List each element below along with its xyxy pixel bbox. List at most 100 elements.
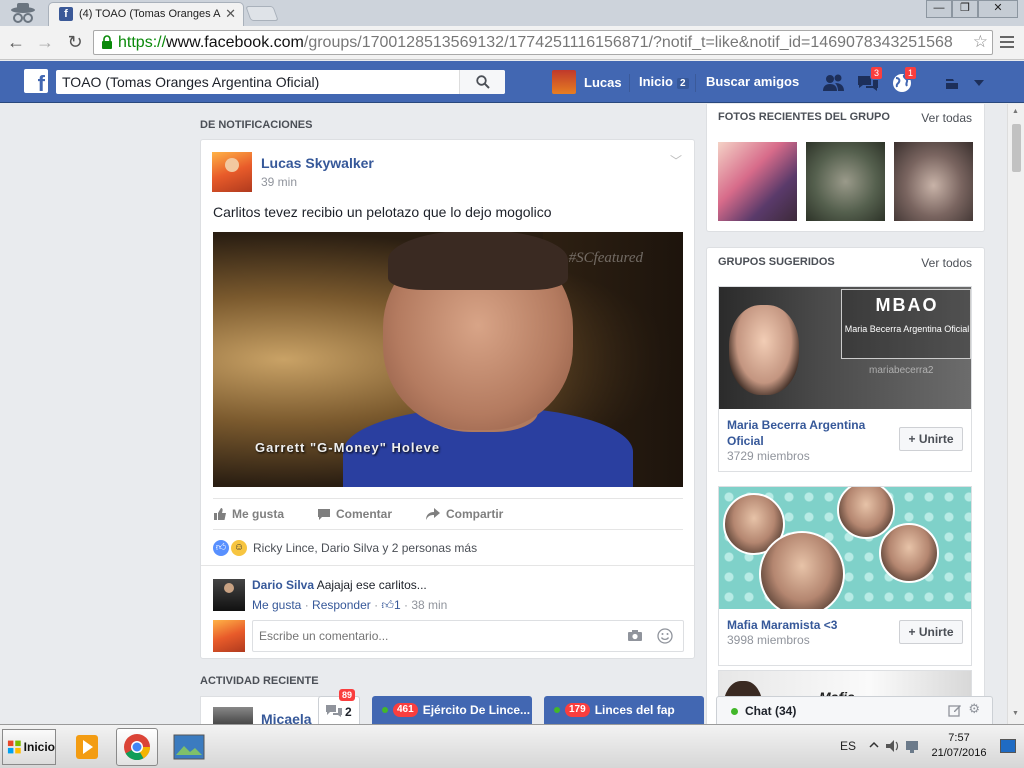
notifications-globe-icon[interactable]: 1 [890,66,918,95]
lock-icon [102,35,112,49]
photo-thumbnail[interactable] [894,142,973,221]
search-button[interactable] [459,70,505,94]
group-post: Lucas Skywalker 39 min ﹀ Carlitos tevez … [200,139,695,659]
online-dot-icon [554,707,560,713]
online-dot-icon [382,707,388,713]
chat-tab-group[interactable]: 179 Linces del fap [544,696,704,724]
photo-viewer-taskbar-icon[interactable] [168,728,210,766]
show-desktop-button[interactable] [1000,739,1016,753]
forward-arrow-icon[interactable]: → [34,32,56,54]
see-all-photos-link[interactable]: Ver todas [921,111,972,125]
avatar [213,707,253,725]
post-author-name[interactable]: Lucas Skywalker [261,155,374,171]
share-button[interactable]: Compartir [425,507,503,521]
see-all-groups-link[interactable]: Ver todos [921,256,972,270]
clock[interactable]: 7:57 21/07/2016 [928,731,990,761]
photo-thumbnail[interactable] [718,142,797,221]
media-player-taskbar-icon[interactable] [66,728,108,766]
gear-icon[interactable]: ⚙ [968,701,980,717]
comment-input[interactable] [253,621,613,651]
start-button[interactable]: Inicio [2,729,56,765]
scrollbar-thumb[interactable] [1012,124,1021,172]
divider [201,565,694,566]
address-bar[interactable]: https://www.facebook.com/groups/17001285… [93,30,993,55]
search-icon [476,75,490,89]
post-image[interactable]: #SCfeatured Garrett "G-Money" Holeve [213,232,683,487]
system-tray[interactable] [868,737,924,758]
photo-thumbnail[interactable] [806,142,885,221]
notifications-section-title: DE NOTIFICACIONES [200,119,313,131]
chat-bubbles-icon [326,705,342,717]
image-caption: Garrett "G-Money" Holeve [255,440,441,455]
thumbs-up-icon [214,508,226,520]
incognito-icon [11,3,35,23]
friend-requests-icon[interactable] [822,71,846,95]
back-arrow-icon[interactable]: ← [5,32,27,54]
haha-reaction-icon: ☺ [231,540,247,556]
comment-composer [252,620,684,652]
post-timestamp[interactable]: 39 min [261,175,297,189]
comment-likes-count[interactable]: 👍︎1 [381,598,400,612]
comment-text: Aajajaj ese carlitos... [316,578,427,592]
like-button[interactable]: Me gusta [213,507,284,521]
reload-icon[interactable]: ↻ [64,32,86,54]
group-cover-image[interactable]: MBAO Maria Becerra Argentina Oficial mari… [719,287,971,409]
emoji-smile-icon[interactable] [657,628,673,644]
comment-reply-link[interactable]: Responder [312,598,371,612]
page-scrollbar[interactable]: ▲ ▼ [1007,104,1024,724]
new-message-icon[interactable] [948,703,962,717]
post-actions: Me gusta Comentar Compartir [213,498,683,530]
join-group-button[interactable]: + Unirte [899,427,963,451]
facebook-favicon-icon: f [59,7,73,21]
chat-label: Chat (34) [745,704,797,718]
home-link[interactable]: Inicio 2 [629,74,689,92]
comment-button[interactable]: Comentar [317,507,392,521]
share-arrow-icon [426,508,440,520]
reactions-text: Ricky Lince, Dario Silva y 2 personas má… [253,541,478,555]
reactions-summary[interactable]: 👍︎ ☺ Ricky Lince, Dario Silva y 2 person… [213,540,477,556]
tab-close-icon[interactable]: ✕ [225,6,236,22]
browser-tab-active[interactable]: f (4) TOAO (Tomas Oranges Argentina Ofic… [48,2,244,26]
windows-taskbar: Inicio ES 7:57 21/07/2016 [0,724,1024,768]
group-name[interactable]: Mafia Maramista <3 [727,617,877,633]
browser-menu-icon[interactable] [1000,36,1014,50]
comment-author-name[interactable]: Dario Silva [252,578,314,592]
recent-photos-card: FOTOS RECIENTES DEL GRUPO Ver todas [706,104,985,232]
notifications-badge: 1 [904,66,918,80]
facebook-logo-icon[interactable]: f [24,69,48,93]
chat-overflow-count: 2 [345,705,352,719]
post-author-avatar[interactable] [212,152,252,192]
comment-author-avatar[interactable] [213,579,245,611]
comment-meta: Me gusta · Responder · 👍︎1 · 38 min [252,598,448,612]
bookmark-star-icon[interactable]: ☆ [973,32,988,52]
comment-body: Dario Silva Aajajaj ese carlitos... [252,578,427,592]
recent-activity-item[interactable]: Micaela [200,696,320,727]
post-options-chevron-down-icon[interactable]: ﹀ [670,152,682,169]
post-text: Carlitos tevez recibio un pelotazo que l… [213,204,552,220]
search-input[interactable] [56,70,456,94]
account-menu-icon[interactable] [944,75,988,91]
chat-sidebar-tab[interactable]: Chat (34) ⚙ [716,696,993,724]
comment-time[interactable]: 38 min [411,598,447,612]
scroll-up-arrow-icon[interactable]: ▲ [1012,108,1019,115]
profile-link[interactable]: Lucas [552,70,622,94]
group-cover-image[interactable] [719,487,971,609]
find-friends-link[interactable]: Buscar amigos [695,74,799,92]
group-name[interactable]: Maria Becerra Argentina Oficial [727,417,877,449]
tab-title: (4) TOAO (Tomas Oranges Argentina Oficia… [79,8,221,20]
comment-like-link[interactable]: Me gusta [252,598,301,612]
join-group-button[interactable]: + Unirte [899,620,963,644]
viewer-avatar [213,620,245,652]
chrome-taskbar-icon[interactable] [116,728,158,766]
window-minimize-button[interactable]: — [926,0,952,18]
chat-tab-name: Ejército De Lince... [422,703,531,717]
new-tab-button[interactable] [245,6,279,21]
chat-tab-group[interactable]: 461 Ejército De Lince... [372,696,532,724]
scroll-down-arrow-icon[interactable]: ▼ [1012,710,1019,717]
chat-overflow-tab[interactable]: 2 89 [318,689,360,724]
language-indicator[interactable]: ES [840,739,856,753]
messages-icon[interactable]: 3 [856,66,884,95]
window-maximize-button[interactable]: ❐ [952,0,978,18]
window-close-button[interactable]: ✕ [978,0,1018,18]
camera-icon[interactable] [627,629,643,642]
